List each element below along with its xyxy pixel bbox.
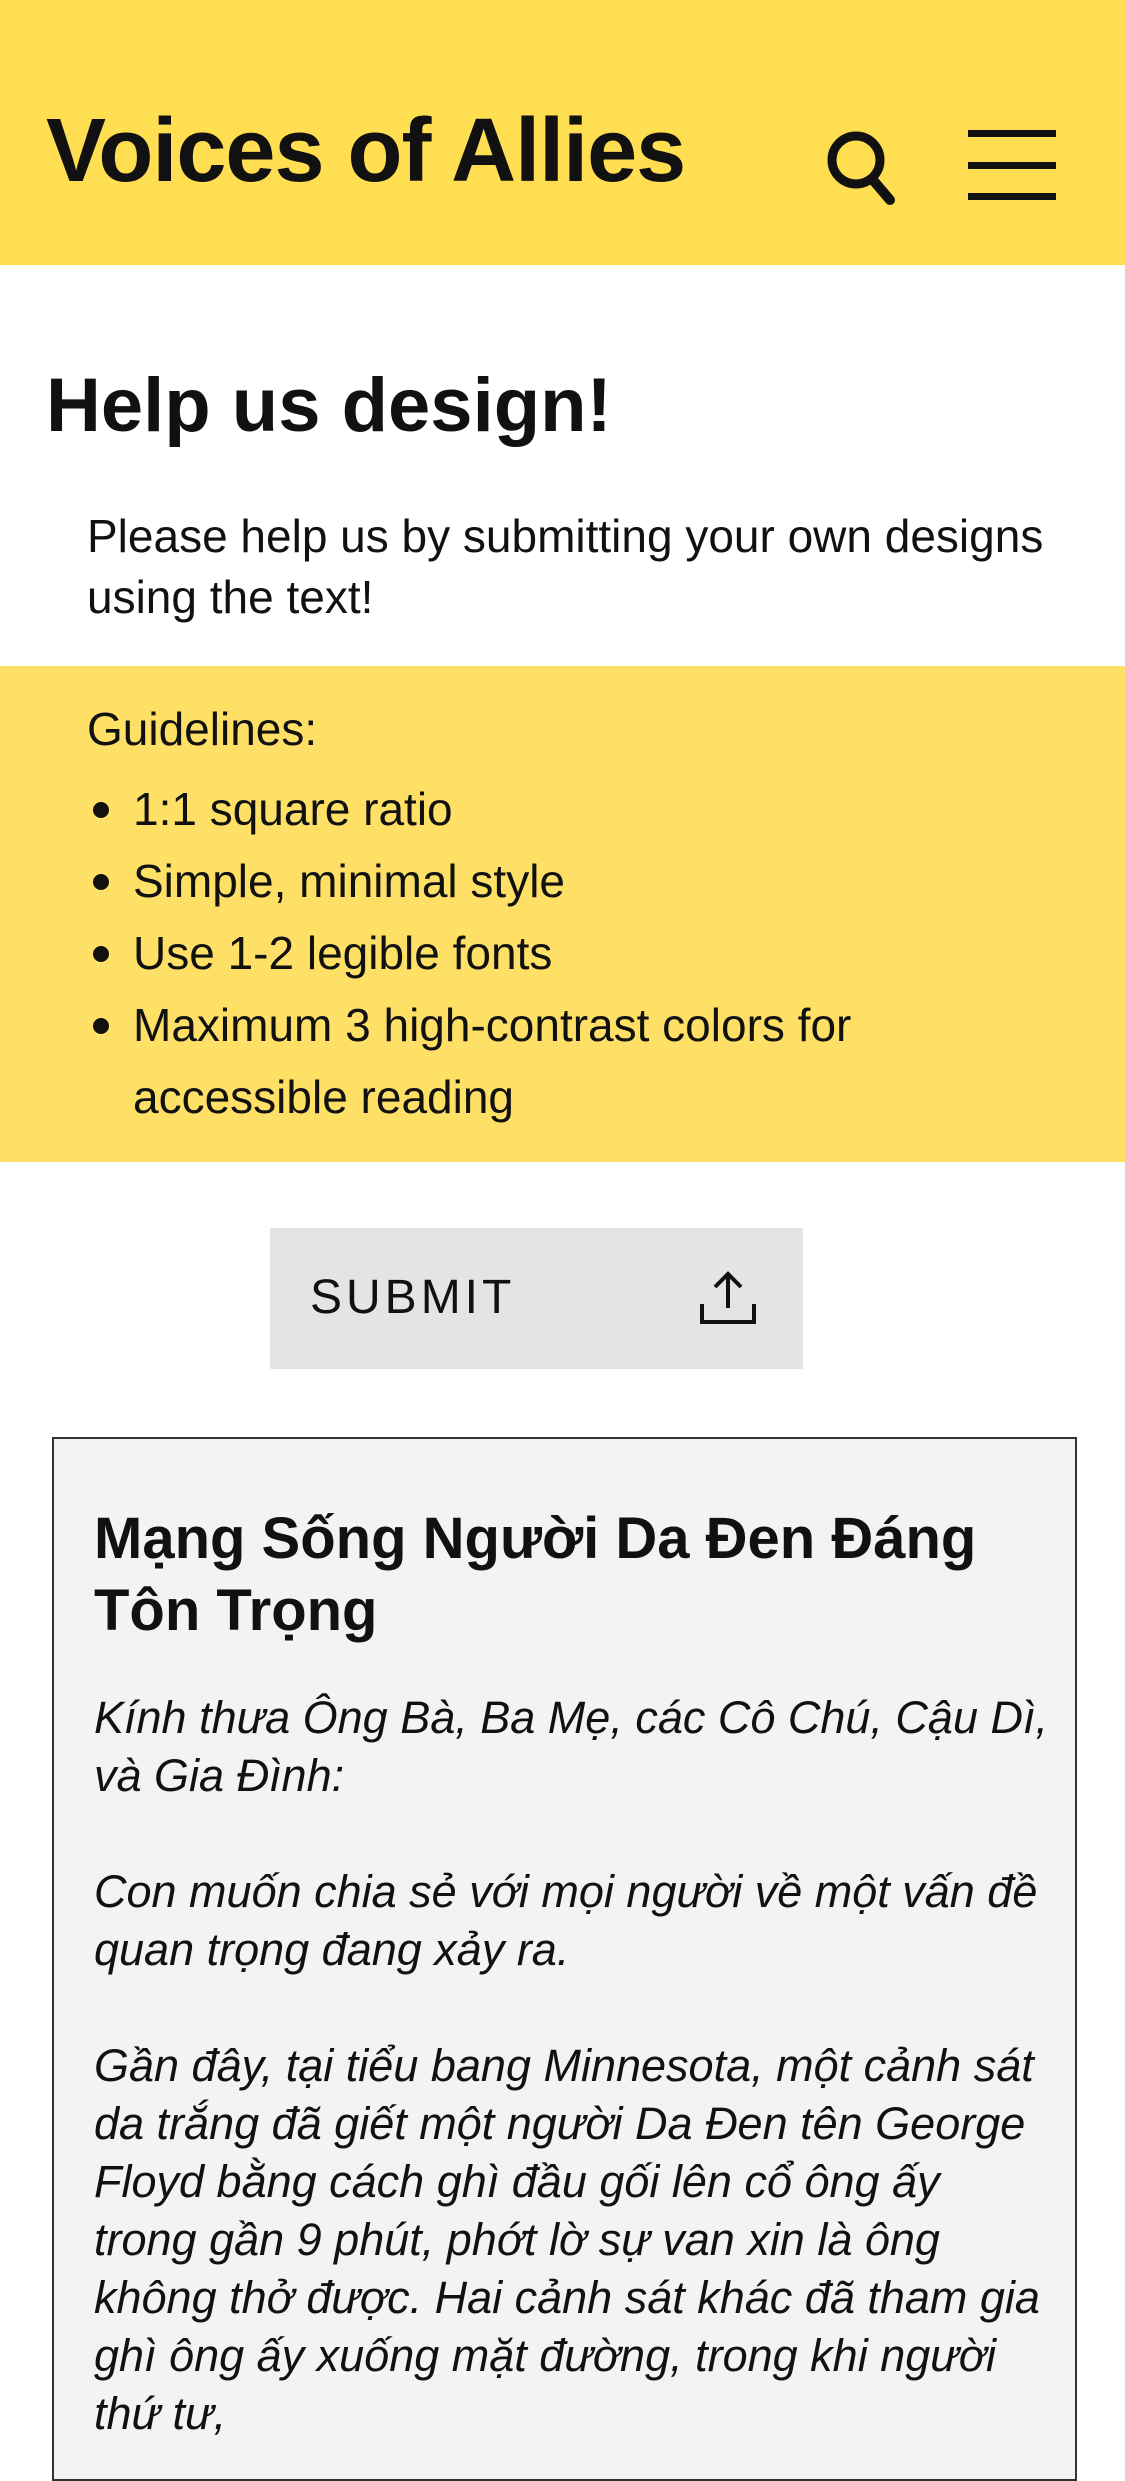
letter-card: Mạng Sống Người Da Đen Đáng Tôn Trọng Kí…	[52, 1437, 1077, 2481]
guideline-item: 1:1 square ratio	[87, 773, 1087, 845]
guidelines-section: Guidelines: 1:1 square ratio Simple, min…	[0, 666, 1125, 1162]
guidelines-list: 1:1 square ratio Simple, minimal style U…	[87, 773, 1087, 1133]
app-header: Voices of Allies	[0, 0, 1125, 265]
guideline-text: Use 1-2 legible fonts	[133, 927, 553, 979]
upload-icon	[700, 1271, 756, 1324]
guideline-item: Use 1-2 legible fonts	[87, 917, 1087, 989]
app-title[interactable]: Voices of Allies	[46, 106, 686, 196]
guidelines-title: Guidelines:	[87, 703, 318, 755]
submit-label: SUBMIT	[310, 1271, 516, 1324]
bullet-icon	[93, 874, 109, 890]
search-button[interactable]	[826, 126, 898, 208]
letter-paragraph: Kính thưa Ông Bà, Ba Mẹ, các Cô Chú, Cậu…	[94, 1692, 1048, 1801]
bullet-icon	[93, 1018, 109, 1034]
bullet-icon	[93, 802, 109, 818]
guideline-item: Maximum 3 high-contrast colors for acces…	[87, 989, 1087, 1133]
letter-paragraph: Gần đây, tại tiểu bang Minnesota, một cả…	[94, 2040, 1040, 2439]
hamburger-menu-icon	[968, 130, 1056, 200]
search-icon	[827, 131, 895, 205]
guideline-text: Maximum 3 high-contrast colors for acces…	[133, 999, 852, 1123]
submit-button[interactable]: SUBMIT	[270, 1228, 803, 1369]
menu-button[interactable]	[968, 130, 1056, 200]
guideline-item: Simple, minimal style	[87, 845, 1087, 917]
help-description: Please help us by submitting your own de…	[87, 510, 1044, 623]
letter-paragraph: Con muốn chia sẻ với mọi người về một vấ…	[94, 1866, 1038, 1975]
letter-title: Mạng Sống Người Da Đen Đáng Tôn Trọng	[94, 1506, 977, 1643]
letter-body: Kính thưa Ông Bà, Ba Mẹ, các Cô Chú, Cậu…	[94, 1689, 1054, 2479]
guideline-text: Simple, minimal style	[133, 855, 565, 907]
bullet-icon	[93, 946, 109, 962]
guideline-text: 1:1 square ratio	[133, 783, 453, 835]
help-heading: Help us design!	[46, 363, 612, 448]
